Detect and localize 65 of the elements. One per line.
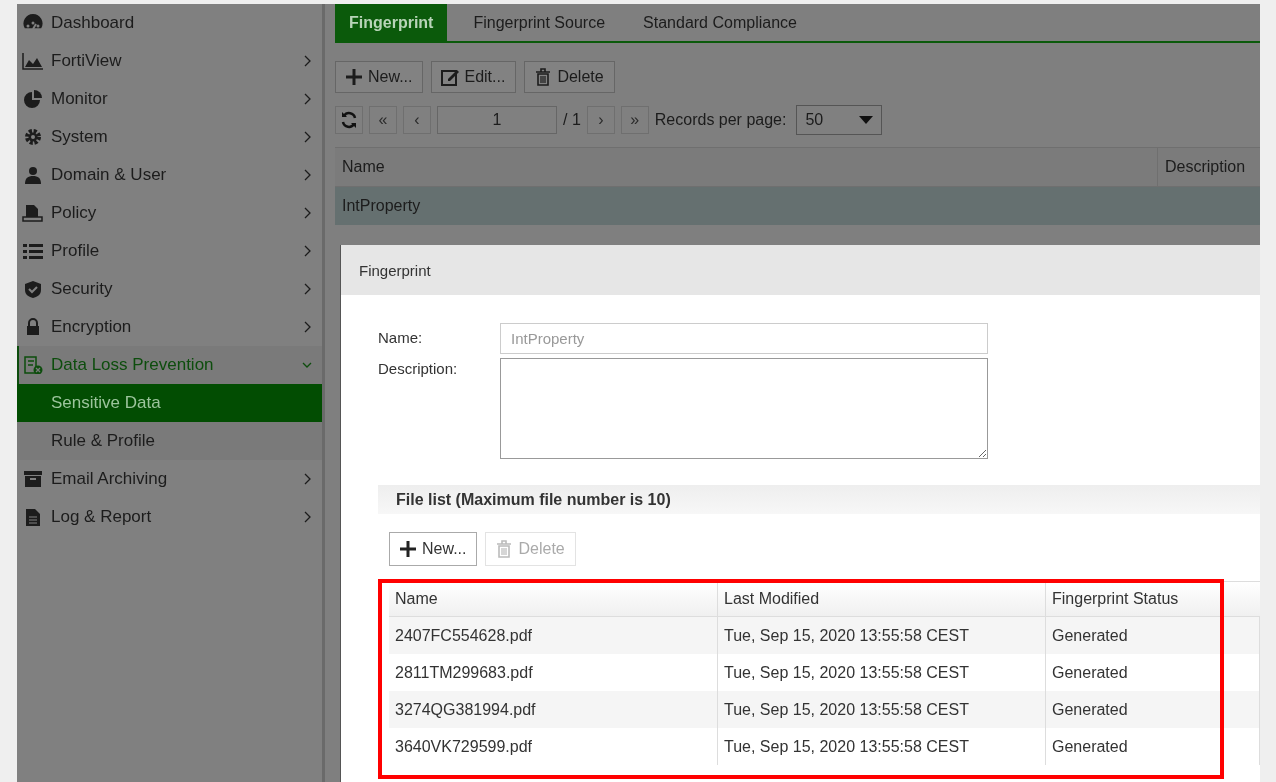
sidebar-subitem[interactable]: Sensitive Data [17,384,322,422]
table-cell: 3274QG381994.pdf [389,691,718,728]
field-label: Description: [378,359,459,377]
column-header[interactable]: Description [1158,148,1246,186]
previous-page-button[interactable]: ‹ [403,106,431,134]
plus-icon [344,67,364,87]
delete-button[interactable]: Delete [524,61,615,93]
sidebar-item[interactable]: Security [17,270,322,308]
sidebar-item[interactable]: Email Archiving [17,460,322,498]
table-cell: Tue, Sep 15, 2020 13:55:58 CEST [718,617,1046,654]
table-cell: 3640VK729599.pdf [389,728,718,765]
gauge-icon [22,14,44,32]
column-header[interactable]: Last Modified [718,582,1046,616]
shield-check-icon [22,280,44,298]
table-cell: Tue, Sep 15, 2020 13:55:58 CEST [718,728,1046,765]
pie-chart-icon [22,90,44,108]
tab[interactable]: Fingerprint Source [459,4,620,41]
dropdown-arrow-icon [859,116,874,124]
sidebar-item[interactable]: Encryption [17,308,322,346]
tab[interactable]: Standard Compliance [629,4,811,41]
column-header[interactable]: Name [335,148,1158,186]
area-chart-icon [22,52,44,70]
column-header[interactable]: Fingerprint Status [1046,582,1260,616]
column-header[interactable]: Name [389,582,718,616]
next-page-button[interactable]: › [586,106,615,134]
user-icon [22,166,44,184]
edit-button[interactable]: Edit... [431,61,517,93]
sidebar-item[interactable]: Log & Report [17,498,322,536]
dialog-title: Fingerprint [341,245,1260,295]
table-cell: Generated [1046,617,1260,654]
edit-icon [440,67,461,87]
new-button[interactable]: New... [335,61,424,93]
refresh-button[interactable] [335,106,363,134]
table-cell: Generated [1046,691,1260,728]
sidebar-item[interactable]: Domain & User [17,156,322,194]
first-page-button[interactable]: « [369,106,397,134]
field-label: Name: [378,328,424,346]
refresh-icon [339,110,359,130]
sidebar-item[interactable]: System [17,118,322,156]
sidebar-item[interactable]: Profile [17,232,322,270]
last-page-button[interactable]: » [620,106,649,134]
records-per-page-label: Records per page: [654,111,787,129]
list-icon [22,242,44,260]
archive-box-icon [22,470,44,488]
plus-icon [398,539,418,559]
sidebar-item[interactable]: Monitor [17,80,322,118]
table-cell: 2407FC554628.pdf [389,617,718,654]
sidebar-item[interactable]: Policy [17,194,322,232]
table-row[interactable]: IntProperty [335,187,1260,225]
sidebar-item[interactable]: Dashboard [17,4,322,42]
description-field[interactable] [500,358,988,459]
new-button[interactable]: New... [389,532,478,566]
gear-icon [22,128,44,146]
document-stamp-icon [22,204,44,222]
records-per-page-select[interactable]: 50 [796,105,883,135]
table-cell: Generated [1046,728,1260,765]
tab[interactable]: Fingerprint [335,4,448,41]
sidebar-item[interactable]: Data Loss Prevention [17,346,322,384]
table-cell: Tue, Sep 15, 2020 13:55:58 CEST [718,691,1046,728]
sidebar-subitem[interactable]: Rule & Profile [17,422,322,460]
page-total: / 1 [563,111,581,129]
page-input[interactable]: 1 [437,106,557,134]
sidebar-item[interactable]: FortiView [17,42,322,80]
document-x-icon [22,356,44,374]
section-header: File list (Maximum file number is 10) [378,485,1260,514]
